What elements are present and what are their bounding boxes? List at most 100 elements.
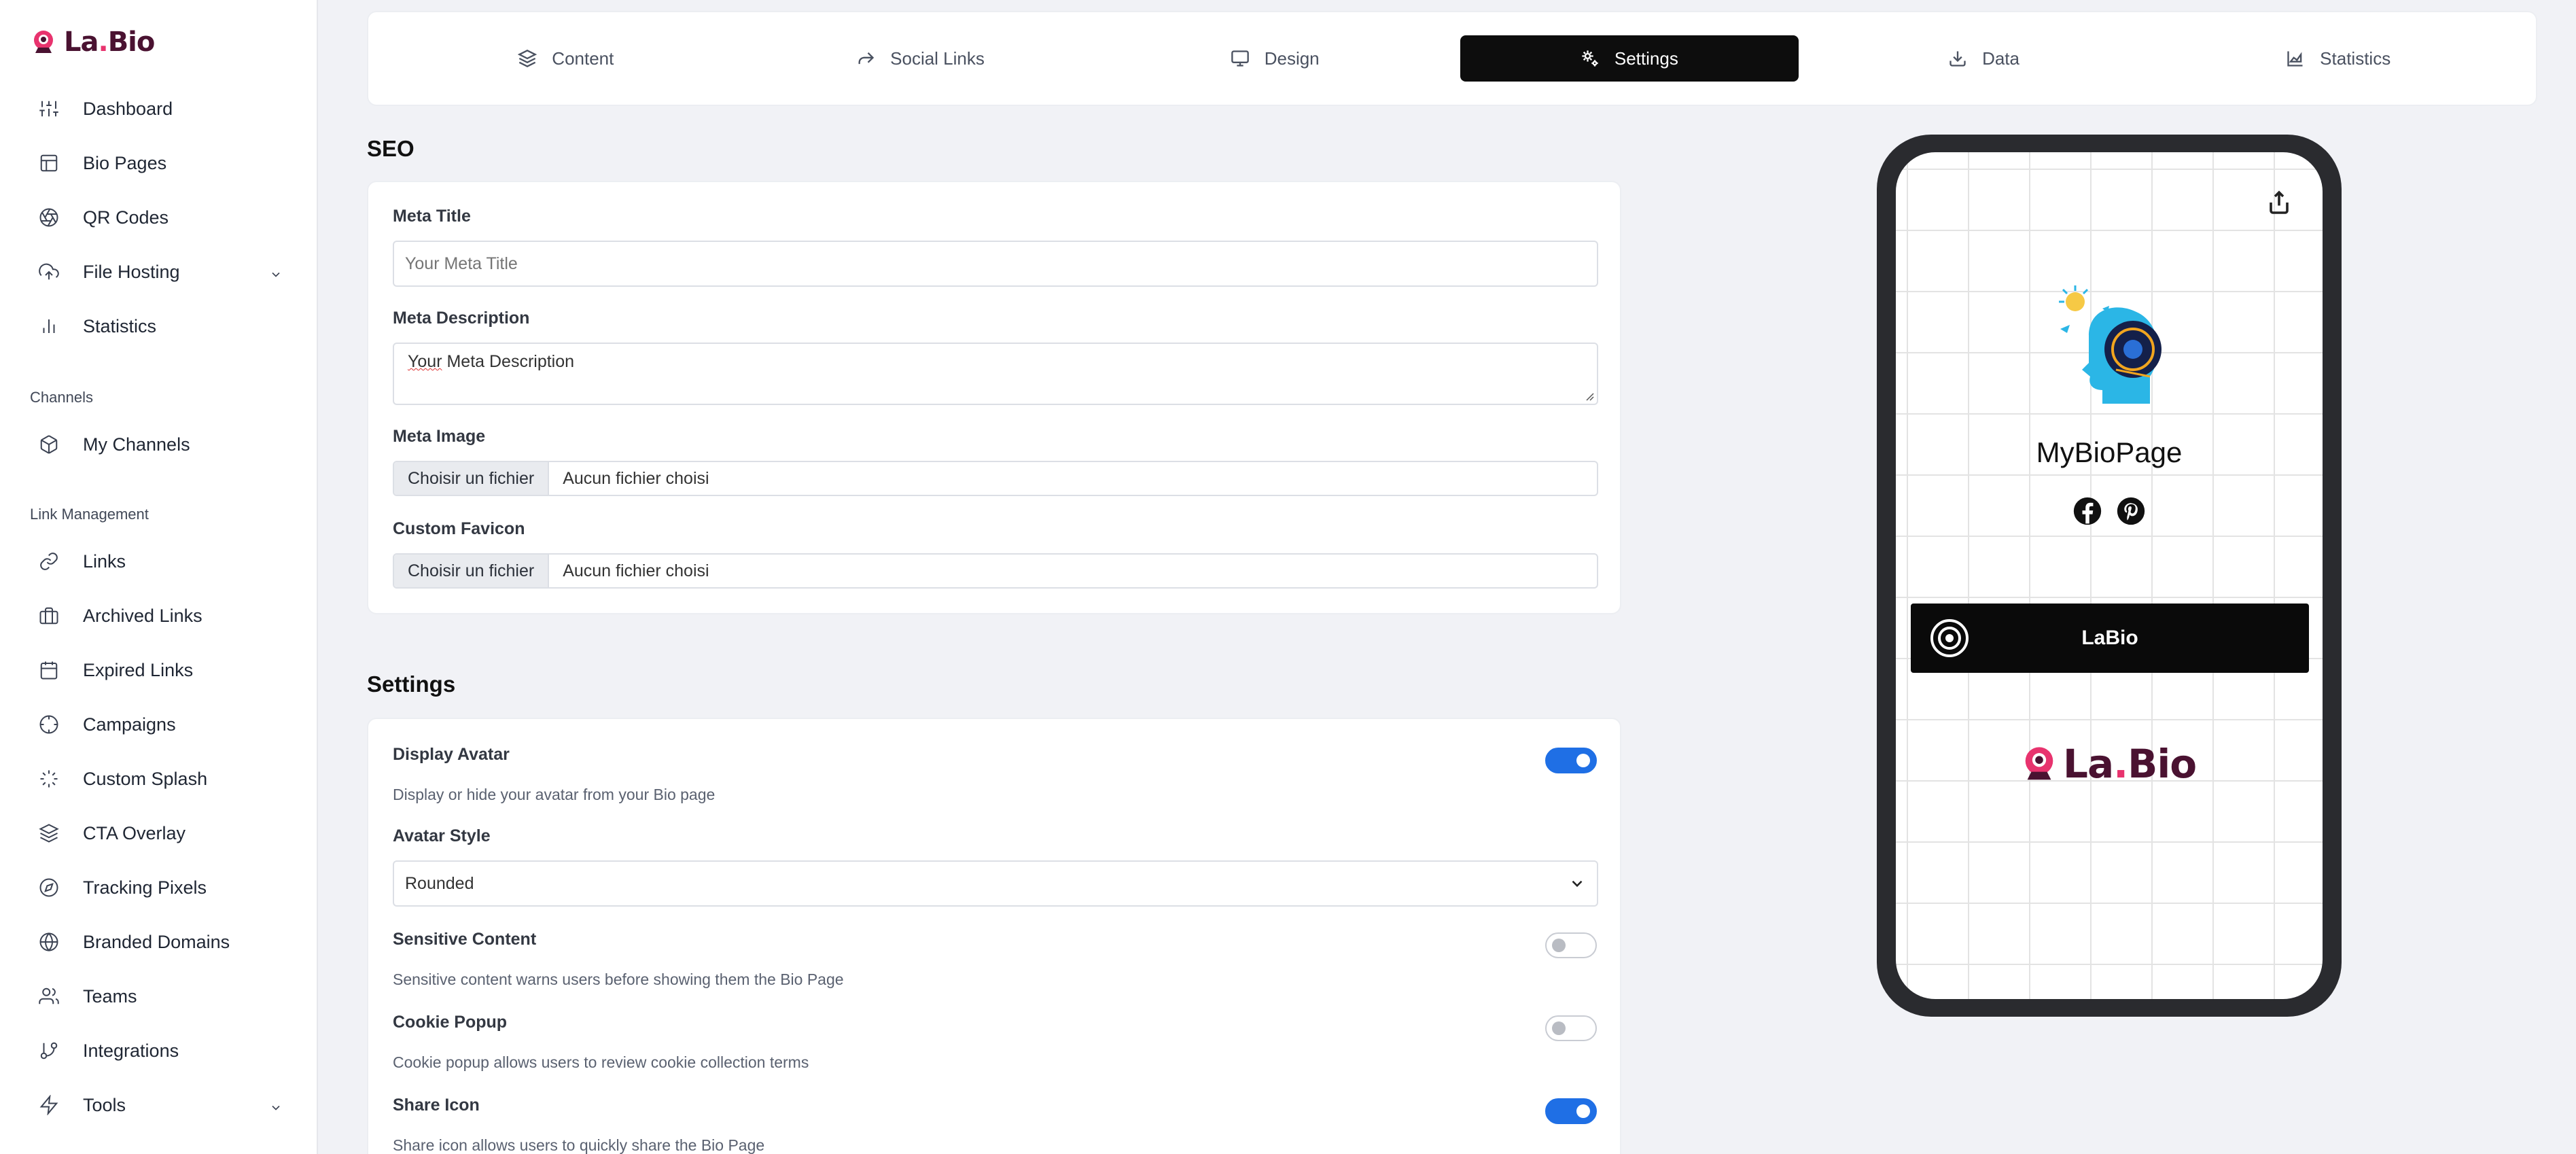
brand-logo-icon (34, 31, 53, 53)
sidebar-item-bio-pages[interactable]: Bio Pages (38, 144, 283, 182)
sidebar-item-file-hosting[interactable]: File Hosting (38, 253, 283, 291)
meta-image-file-input[interactable]: Choisir un fichier Aucun fichier choisi (393, 461, 1598, 496)
seo-card: Meta Title Meta Description Your Meta De… (367, 181, 1621, 614)
pinterest-icon[interactable] (2116, 496, 2146, 526)
tab-label: Statistics (2320, 48, 2391, 69)
favicon-file-input[interactable]: Choisir un fichier Aucun fichier choisi (393, 553, 1598, 589)
box-icon (38, 434, 60, 455)
sidebar-item-teams[interactable]: Teams (38, 977, 283, 1015)
tab-statistics[interactable]: Statistics (2169, 35, 2507, 82)
sidebar-item-statistics[interactable]: Statistics (38, 307, 283, 345)
tab-design[interactable]: Design (1106, 35, 1444, 82)
upload-cloud-icon (38, 261, 60, 283)
briefcase-icon (38, 605, 60, 627)
sidebar-item-qr-codes[interactable]: QR Codes (38, 198, 283, 237)
sidebar-item-campaigns[interactable]: Campaigns (38, 705, 283, 744)
tab-label: Design (1264, 48, 1320, 69)
toggle-knob (1576, 754, 1590, 767)
sidebar-item-label: Expired Links (83, 659, 194, 680)
sidebar-item-label: My Channels (83, 434, 190, 455)
calendar-icon (38, 659, 60, 681)
monitor-icon (1231, 50, 1249, 67)
cookie-popup-label: Cookie Popup (393, 1013, 508, 1032)
share-icon-toggle[interactable] (1545, 1098, 1597, 1124)
share-icon[interactable] (2267, 190, 2291, 215)
tab-label: Data (1982, 48, 2019, 69)
brand-name: La.Bio (2063, 741, 2197, 787)
sensitive-content-toggle[interactable] (1545, 932, 1597, 958)
sidebar-item-label: Tools (83, 1094, 126, 1115)
bio-link-label: LaBio (2081, 627, 2138, 649)
avatar-style-value: Rounded (405, 873, 474, 893)
choose-file-button[interactable]: Choisir un fichier (394, 555, 550, 587)
sidebar-item-label: Links (83, 550, 126, 572)
display-avatar-description: Display or hide your avatar from your Bi… (393, 786, 716, 803)
sidebar-item-archived-links[interactable]: Archived Links (38, 597, 283, 635)
brand-logo[interactable]: La.Bio (30, 26, 155, 58)
cookie-popup-toggle[interactable] (1545, 1015, 1597, 1041)
sidebar-item-label: Dashboard (83, 98, 173, 119)
sidebar-item-links[interactable]: Links (38, 542, 283, 580)
share-icon-description: Share icon allows users to quickly share… (393, 1136, 765, 1154)
sidebar-item-dashboard[interactable]: Dashboard (38, 90, 283, 128)
layers-icon (518, 50, 537, 67)
phone-brand-logo: La.Bio (2019, 741, 2197, 787)
meta-description-label: Meta Description (393, 309, 530, 328)
sidebar-item-expired-links[interactable]: Expired Links (38, 651, 283, 689)
sidebar-item-label: Archived Links (83, 605, 202, 626)
channels-section-label: Channels (30, 389, 93, 406)
tab-settings[interactable]: Settings (1460, 35, 1799, 82)
layout-icon (38, 152, 60, 174)
choose-file-button[interactable]: Choisir un fichier (394, 462, 550, 495)
resize-grip-icon[interactable] (1585, 391, 1594, 401)
settings-card: Display Avatar Display or hide your avat… (367, 718, 1621, 1154)
sidebar-item-tracking-pixels[interactable]: Tracking Pixels (38, 869, 283, 907)
sidebar-item-integrations[interactable]: Integrations (38, 1032, 283, 1070)
globe-icon (38, 931, 60, 953)
tab-label: Social Links (890, 48, 985, 69)
tab-label: Content (552, 48, 614, 69)
meta-description-placeholder-word: Your (408, 352, 442, 371)
social-icons (1896, 496, 2323, 526)
phone-screen: MyBioPage LaBio La.Bio (1896, 152, 2323, 999)
sidebar-item-branded-domains[interactable]: Branded Domains (38, 923, 283, 961)
avatar-style-select[interactable]: Rounded (393, 860, 1598, 907)
meta-title-input[interactable] (393, 241, 1598, 287)
tab-content[interactable]: Content (397, 35, 735, 82)
sidebar-item-tools[interactable]: Tools (38, 1086, 283, 1124)
sidebar-item-label: Branded Domains (83, 931, 230, 952)
meta-description-placeholder: Meta Description (442, 352, 575, 371)
compass-icon (38, 877, 60, 898)
bio-page-name: MyBioPage (2036, 436, 2183, 468)
loader-icon (38, 768, 60, 790)
phone-preview: MyBioPage LaBio La.Bio (1877, 135, 2342, 1017)
tab-data[interactable]: Data (1815, 35, 2153, 82)
sidebar: La.Bio Dashboard Bio Pages QR Codes File… (0, 0, 318, 1154)
users-icon (38, 985, 60, 1007)
display-avatar-toggle[interactable] (1545, 748, 1597, 773)
crosshair-icon (38, 714, 60, 735)
share-icon-label: Share Icon (393, 1096, 480, 1115)
file-name-text: Aucun fichier choisi (563, 468, 709, 488)
sidebar-item-label: Tracking Pixels (83, 877, 207, 898)
share-arrow-icon (858, 52, 875, 65)
git-branch-icon (38, 1040, 60, 1062)
sidebar-item-my-channels[interactable]: My Channels (38, 425, 283, 464)
sidebar-item-label: Bio Pages (83, 152, 167, 173)
file-name-text: Aucun fichier choisi (563, 561, 709, 580)
toggle-knob (1552, 939, 1566, 952)
meta-description-textarea[interactable]: Your Meta Description (393, 343, 1598, 405)
chevron-down-icon[interactable] (269, 265, 283, 279)
area-chart-icon (2287, 51, 2303, 67)
facebook-icon[interactable] (2072, 496, 2102, 526)
sidebar-item-custom-splash[interactable]: Custom Splash (38, 760, 283, 798)
tab-social-links[interactable]: Social Links (752, 35, 1090, 82)
seo-section-title: SEO (367, 136, 414, 161)
chevron-down-icon[interactable] (269, 1098, 283, 1112)
sidebar-item-cta-overlay[interactable]: CTA Overlay (38, 814, 283, 852)
link-icon (38, 550, 60, 572)
bio-link-button[interactable]: LaBio (1911, 604, 2309, 673)
layers-icon (38, 822, 60, 844)
sidebar-item-label: Teams (83, 985, 137, 1007)
sliders-icon (38, 98, 60, 120)
